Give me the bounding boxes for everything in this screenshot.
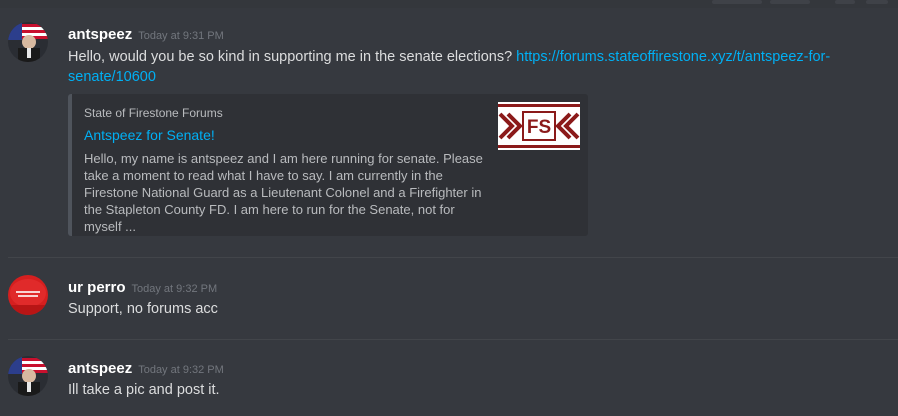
timestamp: Today at 9:31 PM: [138, 30, 224, 42]
user-avatar[interactable]: [8, 356, 48, 396]
message-header: antspeez Today at 9:31 PM: [68, 26, 224, 43]
flag-avatar-icon: [8, 356, 48, 396]
timestamp: Today at 9:32 PM: [131, 283, 218, 295]
toolbar-placeholder: [712, 0, 762, 4]
top-toolbar-fade: [0, 0, 898, 8]
toolbar-placeholder: [770, 0, 810, 4]
username[interactable]: antspeez: [68, 26, 132, 43]
message-header: ur perro Today at 9:32 PM: [68, 279, 217, 296]
message-content: Hello, would you be so kind in supportin…: [68, 47, 858, 87]
embed-provider[interactable]: State of Firestone Forums: [84, 106, 223, 120]
svg-text:FS: FS: [527, 117, 551, 138]
link-embed: State of Firestone Forums Antspeez for S…: [68, 94, 588, 236]
username[interactable]: ur perro: [68, 279, 126, 296]
message-content: Ill take a pic and post it.: [68, 382, 220, 398]
embed-description: Hello, my name is antspeez and I am here…: [84, 151, 483, 234]
message-header: antspeez Today at 9:32 PM: [68, 360, 224, 377]
message-content: Support, no forums acc: [68, 301, 218, 317]
user-avatar[interactable]: [8, 22, 48, 62]
user-avatar[interactable]: [8, 275, 48, 315]
red-hat-avatar-icon: [8, 275, 48, 315]
message-divider: [8, 339, 898, 340]
timestamp: Today at 9:32 PM: [138, 364, 224, 376]
embed-title[interactable]: Antspeez for Senate!: [84, 127, 215, 143]
username[interactable]: antspeez: [68, 360, 132, 377]
fs-logo-icon: FS: [498, 102, 580, 150]
message-divider: [8, 257, 898, 258]
flag-avatar-icon: [8, 22, 48, 62]
embed-thumbnail[interactable]: FS: [498, 102, 580, 150]
toolbar-placeholder: [835, 0, 855, 4]
message-text: Hello, would you be so kind in supportin…: [68, 49, 517, 65]
toolbar-placeholder: [866, 0, 888, 4]
